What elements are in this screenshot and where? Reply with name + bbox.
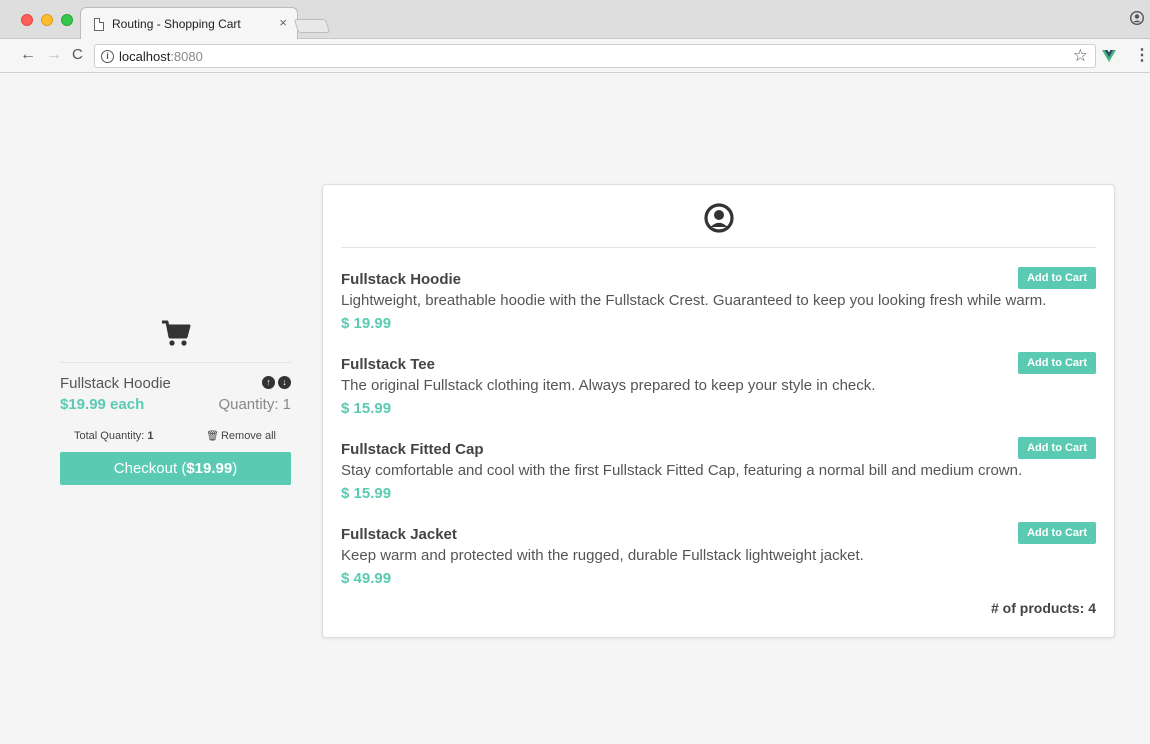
tab-close-icon[interactable]: × [279,15,287,30]
checkout-suffix: ) [232,460,238,477]
products-divider [341,247,1096,248]
product-name: Fullstack Jacket [341,526,457,543]
close-window-button[interactable] [21,14,33,26]
product-price: $ 15.99 [341,485,392,502]
checkout-total: $19.99 [186,460,233,477]
add-to-cart-button[interactable]: Add to Cart [1018,522,1096,544]
bookmark-star-icon[interactable]: ☆ [1073,46,1088,66]
remove-all-button[interactable]: 🗑 Remove all [206,430,276,442]
profile-icon[interactable] [1130,11,1144,25]
product-price: $ 19.99 [341,315,392,332]
forward-button[interactable]: → [46,46,62,64]
address-bar[interactable]: i localhost:8080 ☆ [94,44,1096,68]
document-icon [94,18,104,31]
reload-button[interactable]: C [72,46,83,64]
back-button[interactable]: ← [20,46,36,64]
browser-toolbar: ← → C i localhost:8080 ☆ ⋮ [0,39,1150,73]
product-price: $ 15.99 [341,400,392,417]
product-description: Keep warm and protected with the rugged,… [341,547,864,564]
user-circle-icon[interactable] [704,203,734,233]
url-port: :8080 [170,49,203,64]
url-host: localhost [119,49,171,64]
maximize-window-button[interactable] [61,14,73,26]
cart-item-quantity: Quantity: 1 [218,396,291,413]
product-description: The original Fullstack clothing item. Al… [341,377,876,394]
trash-icon: 🗑 [206,431,219,442]
product-name: Fullstack Fitted Cap [341,441,484,458]
product-name: Fullstack Tee [341,356,435,373]
minimize-window-button[interactable] [41,14,53,26]
add-to-cart-button[interactable]: Add to Cart [1018,267,1096,289]
products-panel: Fullstack Hoodie Add to Cart Lightweight… [322,184,1115,638]
add-to-cart-button[interactable]: Add to Cart [1018,352,1096,374]
total-quantity-value: 1 [147,430,154,442]
product-item: Fullstack Fitted Cap Add to Cart Stay co… [341,437,1096,511]
browser-titlebar: Routing - Shopping Cart × [0,0,1150,39]
cart-item-price: $19.99 each [60,396,145,413]
product-item: Fullstack Jacket Add to Cart Keep warm a… [341,522,1096,596]
info-icon[interactable]: i [101,50,114,63]
cart-summary: Total Quantity: 1 🗑 Remove all [60,427,291,447]
total-quantity: Total Quantity: 1 [74,430,154,442]
product-item: Fullstack Hoodie Add to Cart Lightweight… [341,267,1096,341]
cart-item: Fullstack Hoodie ↑ ↓ $19.99 each Quantit… [60,375,291,421]
cart-divider [60,362,291,363]
checkout-label: Checkout ( [113,460,187,477]
browser-menu-icon[interactable]: ⋮ [1134,45,1150,65]
decrease-quantity-icon[interactable]: ↓ [278,376,291,389]
remove-all-label: Remove all [220,430,276,442]
vue-devtools-icon[interactable] [1102,50,1116,62]
browser-tab[interactable]: Routing - Shopping Cart × [80,7,298,39]
checkout-button[interactable]: Checkout ($19.99) [60,452,291,485]
product-count: # of products: 4 [990,600,1096,616]
increase-quantity-icon[interactable]: ↑ [262,376,275,389]
tab-title: Routing - Shopping Cart [112,17,241,31]
product-item: Fullstack Tee Add to Cart The original F… [341,352,1096,426]
quantity-controls: ↑ ↓ [262,376,291,389]
new-tab-button[interactable] [293,19,331,33]
cart-item-name: Fullstack Hoodie [60,375,171,392]
add-to-cart-button[interactable]: Add to Cart [1018,437,1096,459]
product-price: $ 49.99 [341,570,392,587]
product-description: Lightweight, breathable hoodie with the … [341,292,1047,309]
product-description: Stay comfortable and cool with the first… [341,462,1023,479]
shopping-cart-icon [161,320,190,346]
url-text[interactable]: localhost:8080 [119,49,203,64]
cart-panel: Fullstack Hoodie ↑ ↓ $19.99 each Quantit… [60,320,291,485]
product-name: Fullstack Hoodie [341,271,462,288]
total-quantity-label: Total Quantity: [74,430,148,442]
